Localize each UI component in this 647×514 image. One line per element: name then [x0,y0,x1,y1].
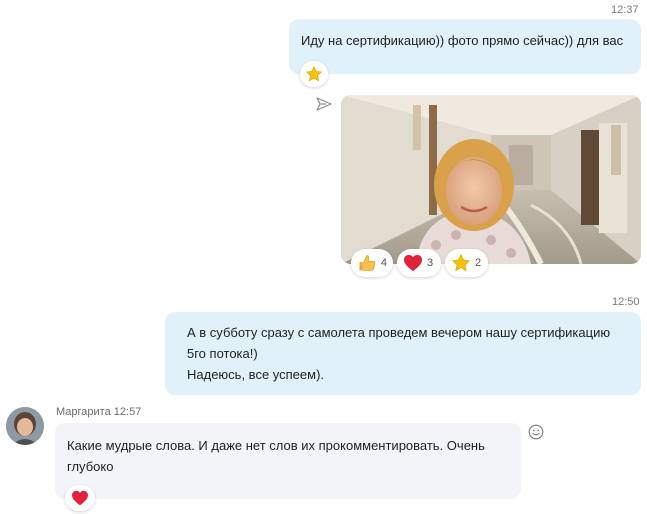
send-pending-icon [316,97,332,111]
heart-icon [404,254,422,272]
message-sender: Маргарита 12:57 [56,406,141,418]
thumbs-up-icon [359,255,376,271]
message-text-line: 5го потока!) [187,346,258,361]
incoming-message[interactable]: Какие мудрые слова. И даже нет слов их п… [55,423,521,499]
reaction-heart[interactable]: 3 [397,249,441,277]
reaction-count: 3 [427,257,434,269]
message-time: 12:50 [612,296,640,308]
message-text: Иду на сертификацию)) фото прямо сейчас)… [301,33,624,48]
avatar[interactable] [6,407,44,445]
message-text-line: А в субботу сразу с самолета проведем ве… [187,325,611,340]
message-text-line: глубоко [67,459,114,474]
message-text-line: Надеюсь, все успеем). [187,367,325,382]
message-time: 12:57 [113,406,142,418]
reaction-heart[interactable] [65,485,95,511]
reaction-like[interactable]: 4 [351,249,393,277]
photo-message[interactable] [341,95,641,264]
outgoing-message[interactable]: Иду на сертификацию)) фото прямо сейчас)… [289,19,641,74]
reaction-count: 2 [475,257,482,269]
star-icon [451,253,471,272]
outgoing-message[interactable]: А в субботу сразу с самолета проведем ве… [165,312,641,395]
heart-icon [72,490,88,506]
photo-image [341,95,641,264]
sender-name: Маргарита [56,406,111,418]
avatar-image [6,407,44,445]
reaction-star[interactable] [300,61,328,87]
message-time: 12:37 [611,4,639,16]
star-icon [305,65,323,82]
smiley-icon[interactable] [528,424,544,440]
reaction-star[interactable]: 2 [445,249,488,277]
message-text-line: Какие мудрые слова. И даже нет слов их п… [67,438,485,453]
reaction-count: 4 [380,257,387,269]
